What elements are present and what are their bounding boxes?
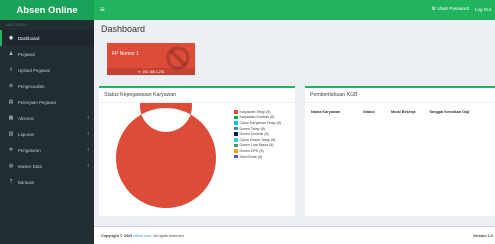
status-kepegawaian-box: Status Kepegawaian Karyawan Karyawan Tet… bbox=[99, 86, 295, 216]
legend-item[interactable]: Calon Karyawan Tetap (8) bbox=[234, 120, 281, 126]
legend-label: Dosen Kontrak (8) bbox=[239, 132, 269, 137]
sidebar-item-pengaturan[interactable]: ✲ Pengaturan ‹ bbox=[0, 142, 94, 158]
legend-swatch bbox=[234, 132, 238, 136]
sidebar-item-label: Upload Pegawai bbox=[18, 67, 50, 73]
chevron-left-icon: ‹ bbox=[87, 163, 89, 169]
page-footer: Copyright © 2020 tafbro.com. All rights … bbox=[94, 226, 495, 244]
legend-swatch bbox=[234, 154, 238, 159]
app-logo[interactable]: Absen Online bbox=[0, 0, 94, 20]
help-icon: ? bbox=[9, 179, 13, 185]
sidebar-item-pengecualian[interactable]: ⊘ Pengecualian bbox=[0, 78, 94, 94]
legend-item[interactable]: Karyawan Kontrak (8) bbox=[234, 115, 281, 121]
kgb-box-title: Pemberitahuan KGB bbox=[305, 88, 495, 103]
chevron-left-icon: ‹ bbox=[87, 147, 89, 153]
sidebar-item-label: Dashboard bbox=[18, 35, 40, 41]
legend-swatch bbox=[234, 149, 238, 153]
users-icon: ♟ bbox=[8, 51, 14, 57]
app-title: Absen Online bbox=[16, 4, 78, 16]
sidebar-item-upload-pegawai[interactable]: ⇪ Upload Pegawai bbox=[0, 62, 94, 78]
donut-slice[interactable] bbox=[116, 103, 216, 208]
legend-label: Karyawan Tetap (8) bbox=[239, 109, 271, 114]
sidebar-item-dashboard[interactable]: ◉ Dashboard bbox=[0, 30, 94, 46]
upload-icon: ⇪ bbox=[8, 67, 14, 73]
table-column-header[interactable]: Mulai Bekerja bbox=[391, 110, 429, 114]
kgb-table: Nama Karyawan Status Mulai Bekerja Tanggal … bbox=[311, 110, 495, 114]
calendar-icon: ▦ bbox=[8, 115, 14, 121]
table-column-header[interactable]: Nama Karyawan bbox=[311, 110, 363, 114]
change-password-link[interactable]: ⚙ Ubah Password bbox=[431, 6, 469, 12]
sidebar-item-label: Pekerjaan Pegawai bbox=[18, 99, 56, 105]
sidebar-item-label: Bantuan bbox=[18, 179, 35, 185]
report-icon: ▥ bbox=[8, 131, 14, 137]
chevron-left-icon: ‹ bbox=[87, 131, 89, 137]
legend-label: Calon Karyawan Tetap (8) bbox=[239, 120, 281, 125]
sidebar-item-label: Master Data bbox=[18, 163, 42, 169]
legend-label: Dosen DPK (8) bbox=[239, 148, 264, 153]
sidebar-header: MAIN MENU bbox=[6, 23, 27, 27]
briefcase-icon: ▤ bbox=[8, 99, 14, 105]
version-text: Version 1.0 bbox=[472, 234, 493, 238]
brand-link[interactable]: tafbro.com. bbox=[133, 234, 152, 238]
hamburger-icon[interactable]: ≡ bbox=[100, 5, 105, 14]
status-box-title: Status Kepegawaian Karyawan bbox=[99, 88, 295, 103]
key-icon: ⚙ bbox=[431, 6, 436, 12]
donut-chart bbox=[116, 103, 216, 208]
legend-swatch bbox=[234, 110, 238, 114]
sidebar: MAIN MENU ◉ Dashboard ♟ Pegawai ⇪ Upload Pega… bbox=[0, 20, 94, 244]
legend-label: Dosen Tetap (8) bbox=[239, 126, 266, 131]
legend-label: Calon Dosen Tetap (8) bbox=[239, 137, 276, 142]
device-infobox[interactable]: FP Nomor 1 ➜ 192.168.1.201 bbox=[107, 43, 195, 75]
copyright-prefix: Copyright © 2020 bbox=[101, 234, 133, 238]
legend-swatch bbox=[234, 115, 238, 120]
database-icon: ◍ bbox=[8, 163, 14, 169]
legend-label: Dosen Luar Biasa (8) bbox=[239, 143, 274, 148]
legend-label: Karyawan Kontrak (8) bbox=[239, 115, 275, 120]
rights-text: All rights reserved. bbox=[153, 234, 185, 238]
sidebar-item-pekerjaan-pegawai[interactable]: ▤ Pekerjaan Pegawai bbox=[0, 94, 94, 110]
device-ip: 192.168.1.201 bbox=[142, 69, 165, 74]
legend-swatch bbox=[234, 121, 238, 125]
sidebar-item-label: Absensi bbox=[18, 115, 34, 121]
dashboard-icon: ◉ bbox=[8, 35, 14, 41]
kgb-notification-box: Pemberitahuan KGB Nama Karyawan Status Mul… bbox=[305, 86, 495, 216]
sidebar-item-bantuan[interactable]: ? Bantuan bbox=[0, 174, 94, 190]
sidebar-item-label: Pengecualian bbox=[18, 83, 45, 89]
top-right-menu: ⚙ Ubah Password Log Out bbox=[431, 6, 491, 12]
table-column-header[interactable]: Tanggal Kenaikan Gaji bbox=[429, 110, 495, 114]
sidebar-item-label: Pegawai bbox=[18, 51, 35, 57]
legend-label: Nilai Dinas (8) bbox=[239, 154, 263, 159]
kgb-table-header: Nama Karyawan Status Mulai Bekerja Tanggal … bbox=[311, 110, 495, 114]
gear-icon: ✲ bbox=[8, 147, 14, 153]
legend-swatch bbox=[234, 126, 238, 131]
legend-swatch bbox=[234, 138, 238, 142]
chevron-left-icon: ‹ bbox=[87, 115, 89, 121]
chart-legend: Karyawan Tetap (8) Karyawan Kontrak (8) Ca… bbox=[234, 109, 281, 159]
sidebar-item-label: Pengaturan bbox=[18, 147, 41, 153]
legend-item[interactable]: Nilai Dinas (8) bbox=[234, 154, 281, 160]
sidebar-item-label: Laporan bbox=[18, 131, 35, 137]
sidebar-item-master-data[interactable]: ◍ Master Data ‹ bbox=[0, 158, 94, 174]
top-navbar: ≡ ⚙ Ubah Password Log Out bbox=[94, 0, 495, 20]
legend-swatch bbox=[234, 143, 238, 148]
sidebar-item-absensi[interactable]: ▦ Absensi ‹ bbox=[0, 110, 94, 126]
sidebar-menu: ◉ Dashboard ♟ Pegawai ⇪ Upload Pegawai ⊘ Pengec… bbox=[0, 30, 94, 190]
arrow-circle-icon: ➜ bbox=[137, 69, 141, 74]
page-title: Dashboard bbox=[101, 24, 146, 34]
sidebar-item-pegawai[interactable]: ♟ Pegawai bbox=[0, 46, 94, 62]
table-column-header[interactable]: Status bbox=[363, 110, 391, 114]
device-ip-footer[interactable]: ➜ 192.168.1.201 bbox=[107, 68, 195, 75]
copyright: Copyright © 2020 tafbro.com. All rights … bbox=[101, 234, 185, 238]
ban-icon: ⊘ bbox=[8, 83, 14, 89]
sidebar-item-laporan[interactable]: ▥ Laporan ‹ bbox=[0, 126, 94, 142]
legend-item[interactable]: Calon Dosen Tetap (8) bbox=[234, 137, 281, 143]
change-password-label: Ubah Password bbox=[437, 6, 469, 11]
logout-link[interactable]: Log Out bbox=[475, 7, 491, 12]
